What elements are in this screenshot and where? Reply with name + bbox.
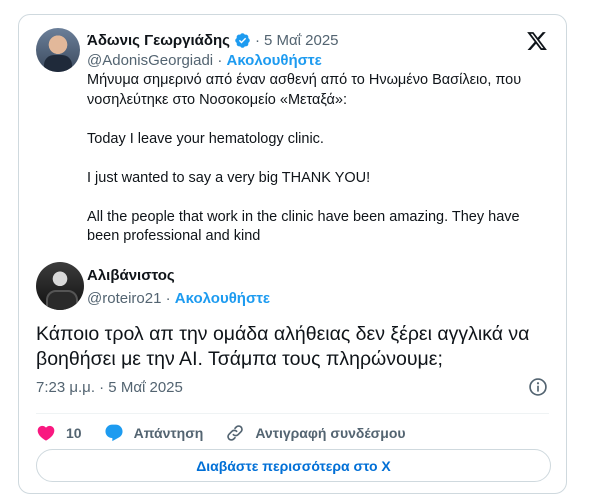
main-tweet-text: Κάποιο τρολ απ την ομάδα αλήθειας δεν ξέ… [36, 323, 530, 370]
quoted-tweet-header: Άδωνις Γεωργιάδης · 5 Μαΐ 2025 [87, 30, 339, 50]
handle-separator: · [165, 290, 171, 307]
quoted-paragraph: Today I leave your hematology clinic. [87, 130, 324, 147]
like-button[interactable]: 10 [36, 423, 82, 443]
quoted-handle-row: @AdonisGeorgiadi · Ακολουθήστε [87, 52, 322, 69]
main-author-handle[interactable]: @roteiro21 [87, 290, 161, 307]
divider [36, 413, 549, 414]
info-icon[interactable] [528, 377, 548, 397]
x-logo-icon[interactable] [526, 30, 548, 52]
quoted-follow-link[interactable]: Ακολουθήστε [226, 52, 321, 69]
tweet-timestamp[interactable]: 7:23 μ.μ. · 5 Μαΐ 2025 [36, 379, 183, 396]
main-author-avatar[interactable] [36, 262, 84, 310]
read-more-button[interactable]: Διαβάστε περισσότερα στο X [36, 449, 551, 482]
copy-link-button[interactable]: Αντιγραφή συνδέσμου [225, 423, 406, 443]
quoted-paragraph: I just wanted to say a very big THANK YO… [87, 169, 371, 186]
embedded-tweet-card: Άδωνις Γεωργιάδης · 5 Μαΐ 2025 @AdonisGe… [18, 14, 567, 494]
quoted-tweet-date[interactable]: 5 Μαΐ 2025 [264, 32, 339, 49]
copy-link-label: Αντιγραφή συνδέσμου [255, 425, 406, 441]
reply-bubble-icon [105, 424, 123, 442]
main-follow-link[interactable]: Ακολουθήστε [175, 290, 270, 307]
quoted-tweet-body: Μήνυμα σημερινό από έναν ασθενή από το Η… [87, 71, 547, 247]
quoted-author-avatar[interactable] [36, 28, 80, 72]
reply-button[interactable]: Απάντηση [104, 423, 204, 443]
tweet-actions: 10 Απάντηση Αντιγραφή συνδέσμου [36, 419, 428, 447]
quoted-author-handle[interactable]: @AdonisGeorgiadi [87, 52, 213, 69]
like-count: 10 [66, 425, 82, 441]
main-handle-row: @roteiro21 · Ακολουθήστε [87, 290, 270, 307]
reply-label: Απάντηση [133, 425, 204, 441]
header-separator: · [254, 31, 260, 49]
handle-separator: · [217, 52, 223, 69]
quoted-author-name[interactable]: Άδωνις Γεωργιάδης [87, 32, 230, 49]
heart-icon [37, 425, 55, 441]
verified-badge-icon [235, 32, 250, 48]
quoted-paragraph: Μήνυμα σημερινό από έναν ασθενή από το Η… [87, 72, 522, 108]
link-icon [227, 425, 244, 441]
quoted-paragraph: All the people that work in the clinic h… [87, 208, 520, 245]
main-author-name[interactable]: Αλιβάνιστος [87, 267, 175, 284]
